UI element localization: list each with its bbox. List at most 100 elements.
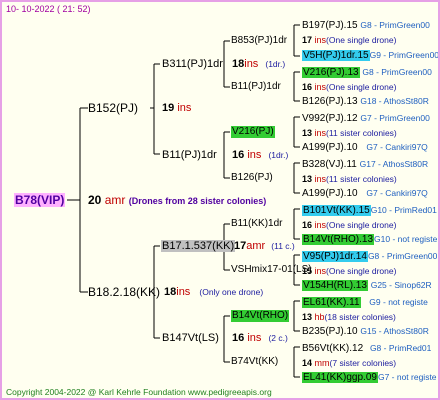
gen4-row[interactable]: V216(PJ).13 G8 - PrimGreen00 — [302, 66, 432, 79]
gen2-info-b311: 18ins (1dr.) — [232, 58, 285, 70]
gen4-id: EL41(KK)ggp.09 — [302, 372, 378, 383]
root-queen[interactable]: B78(VIP) — [14, 193, 66, 207]
gen4-pedigree: G7 - PrimGreen00 — [360, 113, 430, 123]
gen4-row[interactable]: V95(PJ)1dr.14G8 - PrimGreen00 — [302, 250, 437, 263]
gen4-id: B56Vt(KK).12 — [302, 343, 364, 354]
gen4-row: 15 ins(One single drone) — [302, 265, 396, 277]
root-id: B78(VIP) — [14, 193, 66, 207]
gen4-row[interactable]: B328(VJ).11 G17 - AthosSt80R — [302, 158, 428, 171]
gen2-unit: amr — [246, 240, 266, 252]
gen4-pedigree: G8 - PrimGreen00 — [367, 251, 438, 261]
root-unit: amr — [104, 193, 126, 207]
gen4-row[interactable]: B235(PJ).10 G15 - AthosSt80R — [302, 325, 429, 338]
gen4-row: 13 hb(18 sister colonies) — [302, 311, 396, 323]
gen2-age: 18 — [232, 58, 245, 70]
gen1-queen-b152[interactable]: B152(PJ) — [88, 102, 138, 114]
gen1-age: 19 — [162, 102, 175, 114]
gen4-unit: ins — [314, 266, 327, 276]
gen4-pedigree: G10 - not registe — [374, 234, 438, 244]
gen4-pedigree: G10 - PrimRed01 — [370, 205, 437, 215]
gen4-age: 17 — [302, 35, 313, 45]
gen3-queen[interactable]: B11(KK)1dr — [231, 218, 283, 230]
gen4-unit: ins — [314, 174, 327, 184]
gen4-id: B197(PJ).15 — [302, 20, 358, 31]
gen4-id: B235(PJ).10 — [302, 326, 358, 337]
gen2-note: (1dr.) — [268, 150, 289, 160]
gen2-queen-b147[interactable]: B147Vt(LS) — [162, 332, 219, 344]
gen2-unit: ins — [247, 149, 262, 161]
gen4-row[interactable]: V5H(PJ)1dr.15G9 - PrimGreen00 — [302, 49, 438, 62]
gen3-queen[interactable]: B74Vt(KK) — [231, 356, 278, 368]
gen2-note: (11 c.) — [271, 241, 295, 251]
gen2-queen-b17[interactable]: B17.1.537(KK) — [161, 240, 236, 252]
gen2-note: (1dr.) — [265, 59, 286, 69]
gen1-unit: ins — [177, 102, 192, 114]
gen2-info-b17: 17amr (11 c.) — [234, 240, 295, 252]
gen4-pedigree: G7 - Cankiri97Q — [366, 142, 428, 152]
gen3-queen[interactable]: B126(PJ) — [231, 172, 273, 184]
gen4-row[interactable]: V154H(RL).13 G25 - Sinop62R — [302, 279, 432, 292]
gen4-age: 13 — [302, 312, 313, 322]
gen4-note: (One single drone) — [326, 82, 397, 92]
gen4-age: 13 — [302, 174, 313, 184]
gen4-note: (11 sister colonies) — [326, 174, 397, 184]
gen4-pedigree: G25 - Sinop62R — [370, 280, 432, 290]
gen4-unit: ins — [314, 82, 327, 92]
gen1-unit: ins — [176, 286, 191, 298]
gen4-unit: ins — [314, 128, 327, 138]
gen2-note: (2 c.) — [268, 333, 288, 343]
gen2-queen-b11[interactable]: B11(PJ)1dr — [162, 149, 217, 161]
gen3-queen[interactable]: B853(PJ)1dr — [231, 35, 287, 47]
gen4-row[interactable]: B197(PJ).15 G8 - PrimGreen00 — [302, 19, 430, 32]
gen4-pedigree: G8 - PrimGreen00 — [360, 20, 430, 30]
gen4-pedigree: G9 - not registe — [369, 297, 428, 307]
gen4-pedigree: G7 - not registe — [377, 372, 437, 382]
gen3-queen[interactable]: B11(PJ)1dr — [231, 81, 281, 93]
date-stamp: 10- 10-2022 ( 21: 52) — [6, 4, 91, 14]
gen4-note: (One single drone) — [326, 35, 397, 45]
gen2-age: 16 — [232, 149, 245, 161]
gen1-queen-b18[interactable]: B18.2.18(KK) — [88, 286, 160, 298]
gen4-id: B328(VJ).11 — [302, 159, 357, 170]
gen4-row[interactable]: B101Vt(KK).15G10 - PrimRed01 — [302, 204, 437, 217]
root-age: 20 — [88, 193, 102, 207]
gen2-age: 17 — [234, 240, 247, 252]
gen4-row[interactable]: V992(PJ).12 G7 - PrimGreen00 — [302, 112, 430, 125]
gen4-row[interactable]: B14Vt(RHO).13G10 - not registe — [302, 233, 437, 246]
gen4-unit: hb — [314, 312, 325, 322]
gen4-unit: ins — [314, 35, 327, 45]
gen4-row[interactable]: A199(PJ).10 G7 - Cankiri97Q — [302, 141, 428, 154]
gen2-queen-b311[interactable]: B311(PJ)1dr — [162, 58, 223, 70]
gen1-info-b18: 18ins (Only one drone) — [164, 286, 263, 298]
gen4-id: B101Vt(KK).15 — [302, 205, 371, 216]
gen4-id: EL61(KK).11 — [302, 297, 361, 308]
gen4-row: 13 ins(11 sister colonies) — [302, 127, 397, 139]
gen4-note: (One single drone) — [326, 266, 397, 276]
gen3-queen[interactable]: B14Vt(RHO) — [231, 310, 290, 322]
gen2-unit: ins — [247, 332, 262, 344]
gen3-queen[interactable]: V216(PJ) — [231, 126, 275, 138]
gen4-pedigree: G8 - PrimGreen00 — [362, 67, 432, 77]
gen4-row[interactable]: EL41(KK)ggp.09G7 - not registe — [302, 371, 437, 384]
gen4-note: (7 sister colonies) — [329, 358, 397, 368]
gen3-queen[interactable]: VSHmix17-01(LS) — [231, 264, 312, 276]
gen4-id: A199(PJ).10 — [302, 142, 358, 153]
gen4-pedigree: G8 - PrimRed01 — [369, 343, 432, 353]
gen4-row[interactable]: EL61(KK).11 G9 - not registe — [302, 296, 428, 309]
gen4-row[interactable]: B126(PJ).13 G18 - AthosSt80R — [302, 95, 429, 108]
gen4-pedigree: G17 - AthosSt80R — [359, 159, 429, 169]
copyright-footer: Copyright 2004-2022 @ Karl Kehrle Founda… — [6, 387, 272, 397]
gen4-unit: ins — [314, 220, 327, 230]
gen4-row[interactable]: B56Vt(KK).12 G8 - PrimRed01 — [302, 342, 431, 355]
gen4-row[interactable]: A199(PJ).10 G7 - Cankiri97Q — [302, 187, 428, 200]
gen4-unit: mm — [314, 358, 330, 368]
gen4-id: V216(PJ).13 — [302, 67, 360, 78]
gen2-unit: ins — [244, 58, 259, 70]
gen4-note: (One single drone) — [326, 220, 397, 230]
gen4-row: 16 ins(One single drone) — [302, 219, 396, 231]
gen2-age: 16 — [232, 332, 245, 344]
gen4-note: (11 sister colonies) — [326, 128, 397, 138]
gen4-id: B14Vt(RHO).13 — [302, 234, 375, 245]
gen4-row: 14 mm(7 sister colonies) — [302, 357, 396, 369]
root-info: 20 amr (Drones from 28 sister colonies) — [88, 194, 266, 207]
